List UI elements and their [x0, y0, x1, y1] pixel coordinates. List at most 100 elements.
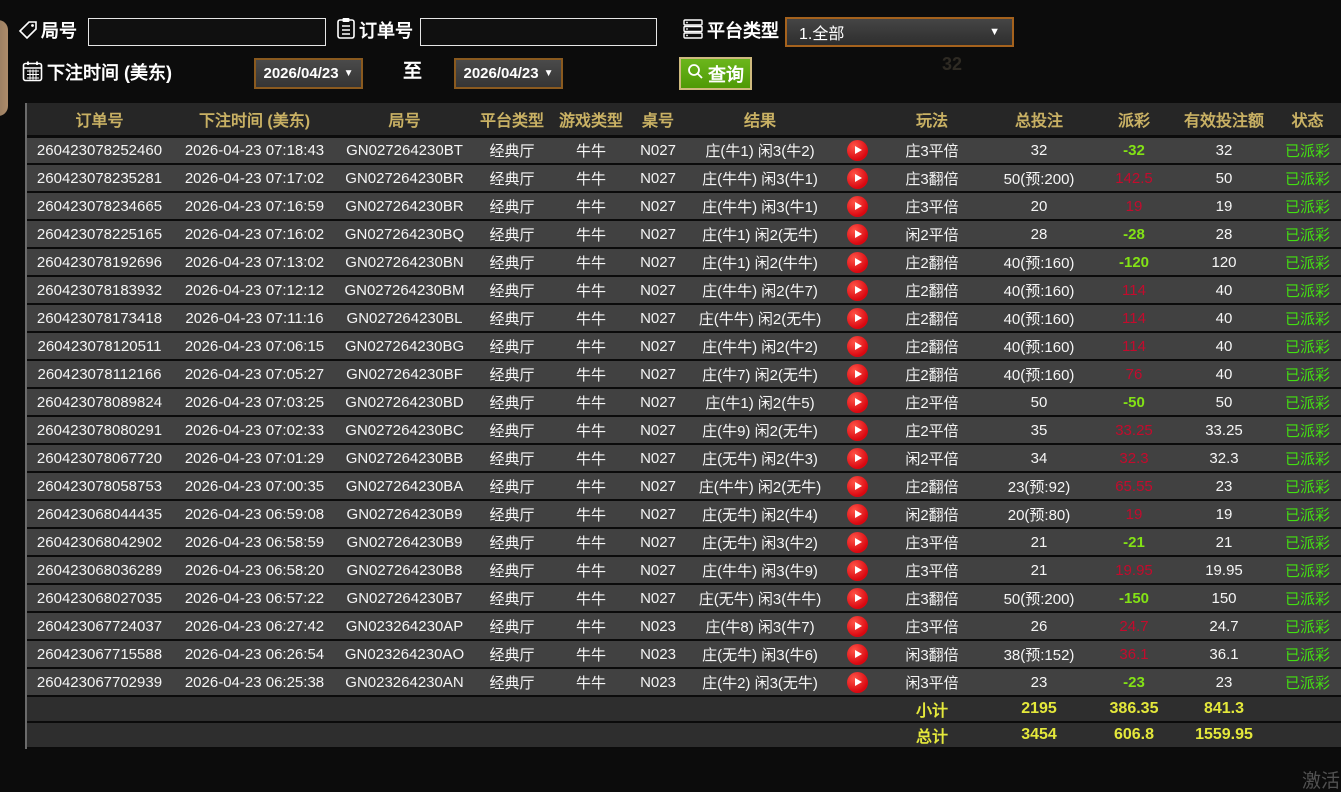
replay-video-button[interactable]	[847, 504, 868, 525]
calendar-icon	[22, 60, 43, 87]
cell-method: 庄3平倍	[880, 612, 984, 640]
cell-valid: 50	[1174, 388, 1274, 416]
round-number-input[interactable]	[88, 18, 326, 46]
total-row-label: 总计	[880, 722, 984, 748]
cell-time: 2026-04-23 06:25:38	[172, 668, 337, 696]
column-header: 平台类型	[472, 103, 552, 136]
cell-method: 庄2翻倍	[880, 304, 984, 332]
cell-time: 2026-04-23 07:03:25	[172, 388, 337, 416]
background-amount-text: 32	[942, 54, 962, 75]
platform-type-select[interactable]: 1.全部 ▼	[785, 17, 1014, 47]
column-header: 派彩	[1094, 103, 1174, 136]
cell-play	[834, 248, 880, 276]
replay-video-button[interactable]	[847, 392, 868, 413]
cell-valid: 24.7	[1174, 612, 1274, 640]
background-edge-artifact	[0, 20, 8, 116]
cell-platform: 经典厅	[472, 500, 552, 528]
table-row: 2604230677029392026-04-23 06:25:38GN0232…	[27, 668, 1341, 696]
cell-play	[834, 192, 880, 220]
cell-platform: 经典厅	[472, 360, 552, 388]
cell-table: N027	[630, 444, 686, 472]
cell-game: 牛牛	[552, 304, 630, 332]
cell-payout: 114	[1094, 276, 1174, 304]
replay-video-button[interactable]	[847, 364, 868, 385]
replay-video-button[interactable]	[847, 560, 868, 581]
cell-platform: 经典厅	[472, 640, 552, 668]
date-from-picker[interactable]: 2026/04/23▼	[254, 58, 363, 89]
cell-round: GN027264230BL	[337, 304, 472, 332]
cell-valid: 23	[1174, 472, 1274, 500]
total-row-payout: 606.8	[1094, 722, 1174, 748]
cell-play	[834, 332, 880, 360]
cell-time: 2026-04-23 07:16:59	[172, 192, 337, 220]
cell-table: N027	[630, 360, 686, 388]
replay-video-button[interactable]	[847, 476, 868, 497]
subtotal-row-total-bet: 2195	[984, 696, 1094, 722]
cell-payout: 114	[1094, 332, 1174, 360]
cell-platform: 经典厅	[472, 332, 552, 360]
search-button[interactable]: 查询	[679, 57, 752, 90]
replay-video-button[interactable]	[847, 168, 868, 189]
cell-result: 庄(无牛) 闲3(牛6)	[686, 640, 834, 668]
cell-method: 闲3平倍	[880, 668, 984, 696]
column-header: 总投注	[984, 103, 1094, 136]
cell-platform: 经典厅	[472, 248, 552, 276]
order-number-input[interactable]	[420, 18, 657, 46]
activate-watermark: 激活	[1302, 766, 1340, 792]
cell-method: 庄2翻倍	[880, 248, 984, 276]
column-header: 订单号	[27, 103, 172, 136]
cell-order: 260423078183932	[27, 276, 172, 304]
cell-method: 庄3翻倍	[880, 164, 984, 192]
replay-video-button[interactable]	[847, 336, 868, 357]
cell-order: 260423078112166	[27, 360, 172, 388]
cell-valid: 21	[1174, 528, 1274, 556]
cell-result: 庄(牛牛) 闲2(无牛)	[686, 472, 834, 500]
cell-play	[834, 388, 880, 416]
table-row: 2604230680429022026-04-23 06:58:59GN0272…	[27, 528, 1341, 556]
cell-platform: 经典厅	[472, 528, 552, 556]
cell-time: 2026-04-23 06:59:08	[172, 500, 337, 528]
total-row-total-bet: 3454	[984, 722, 1094, 748]
cell-status: 已派彩	[1274, 192, 1341, 220]
cell-valid: 28	[1174, 220, 1274, 248]
date-range-to-label: 至	[403, 61, 422, 83]
replay-video-button[interactable]	[847, 280, 868, 301]
replay-video-button[interactable]	[847, 140, 868, 161]
replay-video-button[interactable]	[847, 644, 868, 665]
cell-game: 牛牛	[552, 528, 630, 556]
cell-bet: 40(预:160)	[984, 332, 1094, 360]
cell-result: 庄(牛1) 闲2(牛牛)	[686, 248, 834, 276]
cell-round: GN027264230B9	[337, 500, 472, 528]
replay-video-button[interactable]	[847, 420, 868, 441]
cell-order: 260423068027035	[27, 584, 172, 612]
cell-valid: 19	[1174, 500, 1274, 528]
cell-order: 260423078235281	[27, 164, 172, 192]
order-number-label: 订单号	[359, 20, 413, 42]
replay-video-button[interactable]	[847, 588, 868, 609]
cell-result: 庄(无牛) 闲3(牛牛)	[686, 584, 834, 612]
replay-video-button[interactable]	[847, 616, 868, 637]
cell-bet: 23	[984, 668, 1094, 696]
cell-bet: 23(预:92)	[984, 472, 1094, 500]
replay-video-button[interactable]	[847, 224, 868, 245]
subtotal-row: 小计2195386.35841.3	[27, 696, 1341, 722]
cell-time: 2026-04-23 07:12:12	[172, 276, 337, 304]
replay-video-button[interactable]	[847, 252, 868, 273]
cell-round: GN027264230B9	[337, 528, 472, 556]
cell-round: GN027264230B7	[337, 584, 472, 612]
cell-order: 260423078120511	[27, 332, 172, 360]
replay-video-button[interactable]	[847, 672, 868, 693]
replay-video-button[interactable]	[847, 448, 868, 469]
replay-video-button[interactable]	[847, 196, 868, 217]
cell-platform: 经典厅	[472, 584, 552, 612]
cell-play	[834, 640, 880, 668]
cell-result: 庄(牛牛) 闲3(牛9)	[686, 556, 834, 584]
bet-records-table: 订单号下注时间 (美东)局号平台类型游戏类型桌号结果玩法总投注派彩有效投注额状态…	[25, 103, 1341, 749]
replay-video-button[interactable]	[847, 308, 868, 329]
cell-status: 已派彩	[1274, 528, 1341, 556]
replay-video-button[interactable]	[847, 532, 868, 553]
cell-payout: -32	[1094, 136, 1174, 164]
cell-order: 260423078089824	[27, 388, 172, 416]
cell-platform: 经典厅	[472, 612, 552, 640]
date-to-picker[interactable]: 2026/04/23▼	[454, 58, 563, 89]
